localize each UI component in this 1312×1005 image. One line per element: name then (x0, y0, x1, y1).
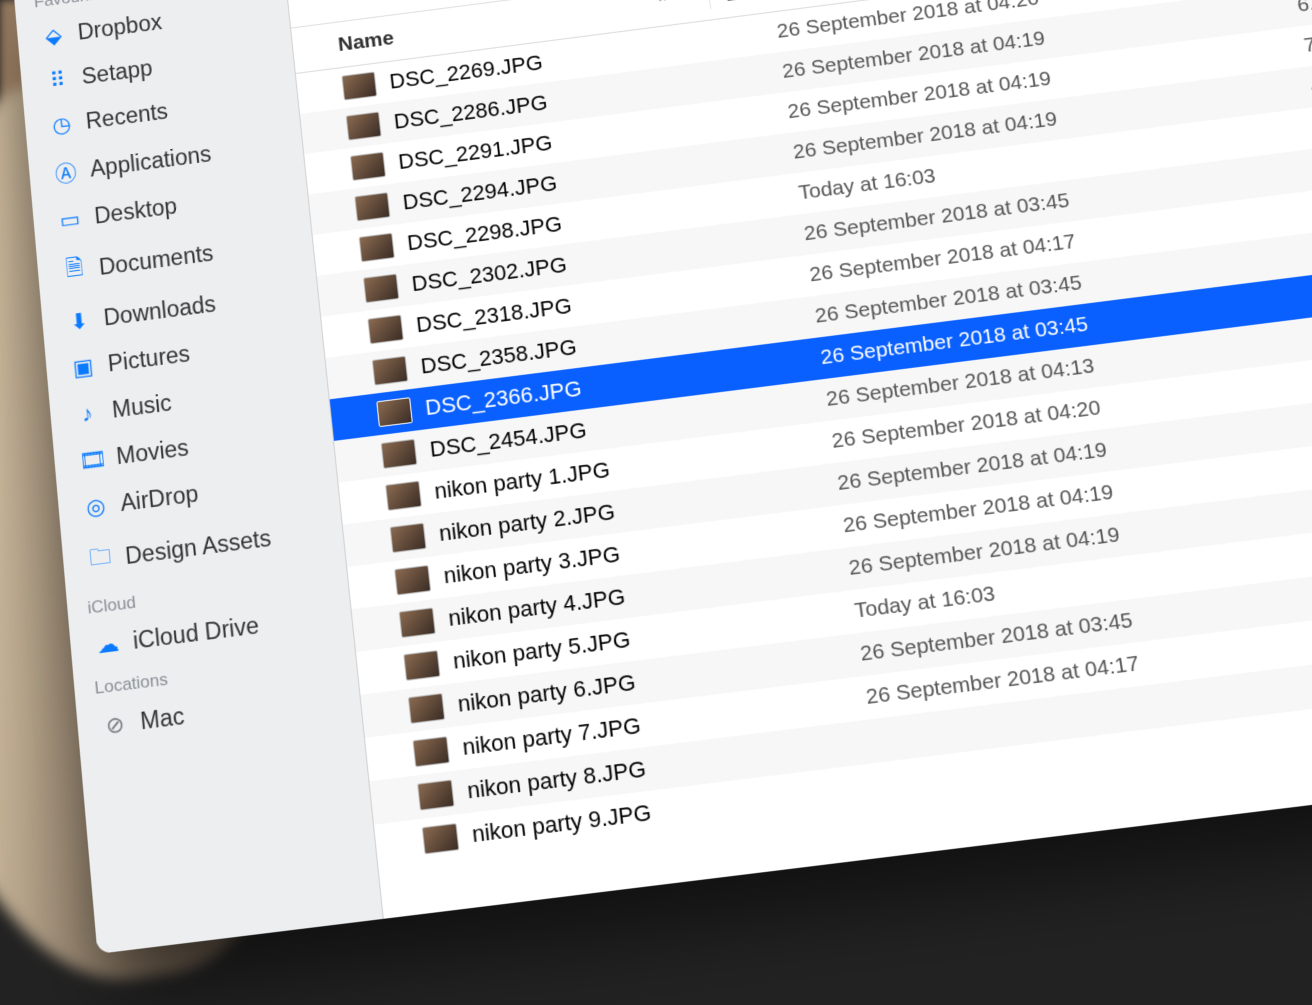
file-thumbnail-icon (403, 650, 440, 681)
file-thumbnail-icon (372, 356, 409, 386)
file-thumbnail-icon (422, 823, 460, 854)
file-thumbnail-icon (346, 112, 382, 141)
sidebar-item-label: Dropbox (77, 9, 163, 45)
document-icon: 🗎 (60, 250, 89, 290)
file-thumbnail-icon (367, 315, 403, 345)
download-icon: ⬇ (65, 307, 93, 336)
picture-icon: ▣ (69, 353, 97, 382)
file-list: DSC_2269.JPG26 September 2018 at 04:205.… (296, 0, 1312, 919)
dropbox-icon: ⬙ (40, 22, 67, 50)
file-thumbnail-icon (408, 693, 445, 724)
sidebar-item-label: Setapp (81, 55, 154, 90)
sidebar-item-label: Movies (115, 434, 190, 470)
file-thumbnail-icon (363, 274, 399, 304)
sidebar-item-label: AirDrop (119, 480, 199, 517)
nav-forward-button[interactable]: 〉 (335, 0, 369, 2)
airdrop-icon: ◎ (82, 492, 110, 521)
file-thumbnail-icon (350, 152, 386, 181)
sidebar-item-label: Pictures (107, 341, 191, 378)
sidebar-item-label: Music (111, 390, 173, 424)
folder-icon: 🗀 (86, 539, 115, 580)
sort-ascending-icon: ⌃ (655, 0, 671, 13)
file-thumbnail-icon (385, 481, 422, 511)
movie-icon: 🎞 (77, 445, 105, 474)
file-thumbnail-icon (381, 439, 418, 469)
file-thumbnail-icon (341, 72, 377, 101)
file-thumbnail-icon (417, 779, 455, 810)
sidebar-item-label: Documents (98, 240, 215, 281)
sidebar-item-label: iCloud Drive (132, 612, 260, 655)
sidebar-item-label: Desktop (93, 193, 178, 230)
disk-icon: ⊘ (101, 710, 130, 740)
nav-back-button[interactable]: 〈 (302, 0, 335, 6)
clock-icon: ◷ (48, 111, 75, 139)
file-thumbnail-icon (359, 233, 395, 263)
file-thumbnail-icon (390, 523, 427, 553)
file-thumbnail-icon (399, 607, 436, 638)
desktop-icon: ▭ (56, 205, 84, 233)
music-icon: ♪ (73, 399, 101, 428)
sidebar-item-label: Applications (89, 141, 212, 182)
file-size: 6.9 MB (1219, 0, 1312, 27)
sidebar-item-label: Downloads (103, 291, 217, 332)
sidebar-item-label: Recents (85, 98, 169, 134)
sidebar-item-label: Design Assets (124, 524, 272, 569)
file-thumbnail-icon (394, 565, 431, 596)
setapp-icon: ⠿ (44, 66, 71, 94)
cloud-icon: ☁ (94, 630, 122, 660)
finder-window: Favourites ⬙Dropbox⠿Setapp◷RecentsⒶAppli… (13, 0, 1312, 954)
app-icon: Ⓐ (52, 155, 80, 189)
file-thumbnail-icon (376, 397, 413, 427)
content-area: 〈 〉 Photo Export ☰ ⌃⌄ (283, 0, 1312, 919)
file-thumbnail-icon (354, 192, 390, 221)
file-thumbnail-icon (412, 736, 449, 767)
